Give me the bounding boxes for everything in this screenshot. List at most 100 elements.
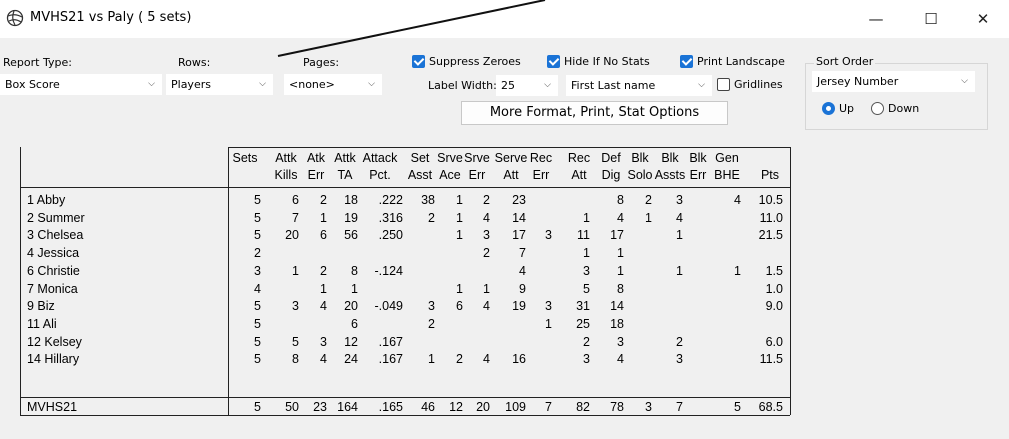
label-width-select[interactable]: 25 ⌵ [496,75,558,96]
chevron-down-icon: ⌵ [368,79,375,89]
stat-cell: 1.5 [765,263,783,278]
stat-cell: 4 [254,281,261,296]
minimize-button[interactable]: — [853,0,899,38]
stat-cell: 6.0 [765,334,783,349]
box-score-window: MVHS21 vs Paly ( 5 sets) — ☐ ✕ Report Ty… [0,0,1009,439]
name-format-select[interactable]: First Last name ⌵ [566,75,712,96]
pages-label: Pages: [303,56,340,69]
chevron-down-icon: ⌵ [544,80,551,90]
player-name: 7 Monica [27,281,78,296]
stat-cell: .250 [378,228,403,243]
gridlines-label: Gridlines [734,78,783,91]
total-stat-cell: 68.5 [758,400,783,414]
stat-cell: 3 [676,193,683,207]
total-stat-cell: 7 [676,400,683,414]
print-landscape-checkbox[interactable]: Print Landscape [680,55,785,68]
pages-select[interactable]: <none> ⌵ [284,74,382,95]
stat-cell: 1 [676,263,683,278]
gridlines-checkbox[interactable]: Gridlines [717,78,783,91]
label-width-label: Label Width: [428,79,497,92]
volleyball-app-icon [6,9,24,27]
report-type-select[interactable]: Box Score ⌵ [0,74,162,95]
stat-cell: 1 [617,246,624,261]
sort-order-value: Jersey Number [817,75,899,88]
checkbox-checked-icon [412,55,425,68]
stat-cell: 8 [351,263,358,278]
stat-cell: 8 [617,281,624,296]
stat-cell: 10.5 [758,193,783,207]
radio-selected-icon [822,102,835,115]
stat-cell: 4 [519,263,526,278]
table-border-line [20,397,790,398]
stat-cell: 1.0 [765,281,783,296]
sort-order-title: Sort Order [814,55,876,68]
name-format-value: First Last name [571,79,656,92]
sort-down-label: Down [888,102,920,115]
rows-value: Players [171,78,211,91]
stat-cell: 7 [519,246,526,261]
table-border-line [790,147,791,415]
stat-cell: 17 [610,228,624,243]
player-name: 11 Ali [27,316,57,331]
stat-cell: 18 [344,193,358,207]
sort-up-radio[interactable]: Up [822,102,854,115]
sort-up-label: Up [839,102,855,115]
checkbox-checked-icon [547,55,560,68]
print-landscape-label: Print Landscape [697,55,785,68]
sort-down-radio[interactable]: Down [871,102,919,115]
stat-cell: 56 [344,228,358,243]
stat-cell: 4 [676,210,683,225]
rows-select[interactable]: Players ⌵ [166,74,273,95]
stat-cell: 11.5 [759,352,783,367]
stat-cell: .167 [378,334,403,349]
team-total-name: MVHS21 [27,400,78,414]
maximize-button[interactable]: ☐ [908,0,954,38]
radio-unselected-icon [871,102,884,115]
close-button[interactable]: ✕ [960,0,1006,38]
player-name: 3 Chelsea [27,228,84,243]
total-stat-cell: 164 [337,400,358,414]
table-border-line [228,147,790,148]
stat-cell: 6 [351,316,358,331]
chevron-down-icon: ⌵ [961,76,968,86]
suppress-zeroes-label: Suppress Zeroes [429,55,521,68]
pages-value: <none> [289,78,335,91]
checkbox-unchecked-icon [717,78,730,91]
stat-cell: 1 [617,263,624,278]
stat-cell: 18 [610,316,624,331]
stat-cell: 23 [512,193,526,207]
stat-cell: 24 [344,352,358,367]
player-name: 1 Abby [27,193,66,207]
player-name: 9 Biz [27,299,55,314]
stat-cell: 21.5 [758,228,783,243]
title-bar[interactable]: MVHS21 vs Paly ( 5 sets) — ☐ ✕ [0,0,1009,38]
stat-cell: 9.0 [765,299,783,314]
stat-cell: 12 [344,334,358,349]
suppress-zeroes-checkbox[interactable]: Suppress Zeroes [412,55,521,68]
stat-cell: 1 [351,281,358,296]
stat-cell: 11.0 [759,210,783,225]
stat-cell: 1 [676,228,683,243]
stat-cell: 19 [344,210,358,225]
stat-cell: 3 [676,352,683,367]
rows-label: Rows: [178,56,211,69]
column-header: Pts [760,168,780,182]
stat-cell: 2 [428,316,435,331]
window-title: MVHS21 vs Paly ( 5 sets) [30,10,192,25]
hide-if-no-stats-checkbox[interactable]: Hide If No Stats [547,55,650,68]
chevron-down-icon: ⌵ [698,80,705,90]
stat-cell: 16 [512,352,526,367]
stat-cell: 3 [617,334,624,349]
box-score-table: Sets Attk Kills Atk Err Attk TA Attack Pct.… [0,147,1009,439]
table-border-line [20,187,790,188]
chevron-down-icon: ⌵ [259,79,266,89]
stat-cell: 5 [254,316,261,331]
sort-order-select[interactable]: Jersey Number ⌵ [812,71,975,92]
stat-cell: 4 [617,352,624,367]
report-type-label: Report Type: [3,56,72,69]
report-type-value: Box Score [5,78,60,91]
stat-cell: 14 [610,299,624,314]
player-name: 2 Summer [27,210,85,225]
player-name: 4 Jessica [27,246,80,261]
more-options-button[interactable]: More Format, Print, Stat Options [461,101,728,125]
